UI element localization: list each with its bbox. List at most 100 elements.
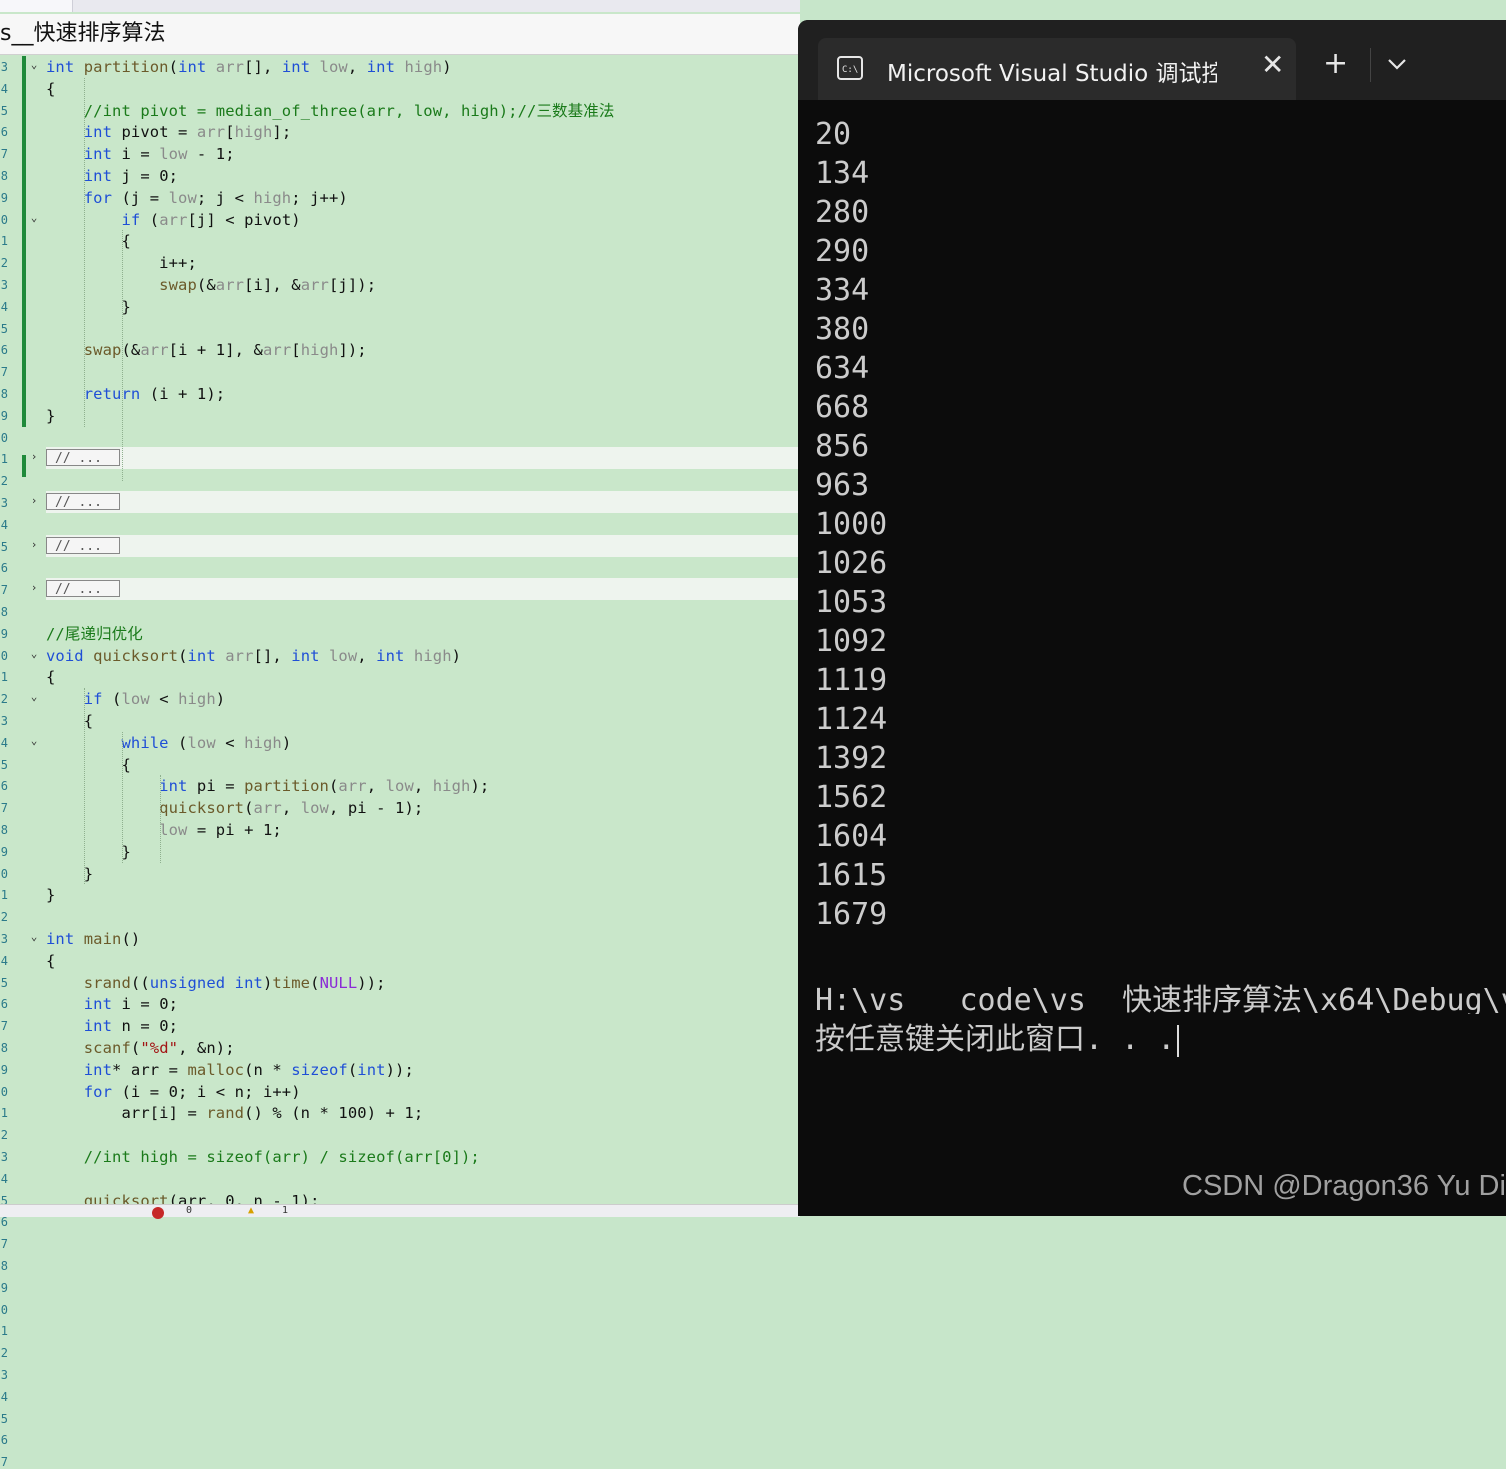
code-line[interactable]: }	[46, 863, 93, 885]
code-token: {	[46, 79, 56, 98]
code-line[interactable]: void quicksort(int arr[], int low, int h…	[46, 645, 461, 667]
code-token: int	[291, 646, 320, 665]
collapsed-region[interactable]: // ...	[46, 578, 800, 601]
output-line: 380	[815, 312, 870, 347]
code-line[interactable]: scanf("%d", &n);	[46, 1037, 235, 1059]
code-token: [i + 1], &	[168, 341, 263, 360]
code-line[interactable]: }	[46, 841, 131, 863]
chevron-down-icon[interactable]	[1386, 56, 1408, 75]
code-line[interactable]: int pivot = arr[high];	[46, 121, 291, 143]
output-line: 334	[815, 273, 870, 308]
code-line[interactable]: int main()	[46, 928, 140, 950]
warning-icon[interactable]: ▲	[248, 1205, 254, 1216]
fold-toggle-icon[interactable]: ⌄	[28, 58, 40, 71]
output-line: 963	[815, 468, 870, 503]
line-number: 8	[0, 1041, 8, 1055]
line-number: 2	[0, 256, 8, 271]
expand-toggle-icon[interactable]: ›	[28, 538, 40, 551]
fold-toggle-icon[interactable]: ⌄	[28, 647, 40, 660]
collapsed-region-label[interactable]: // ...	[46, 449, 120, 467]
code-line[interactable]: if (low < high)	[46, 688, 225, 710]
line-number: 4	[0, 1171, 8, 1186]
collapsed-region[interactable]: // ...	[46, 534, 800, 557]
line-number: 5	[0, 539, 8, 554]
code-line[interactable]: int i = low - 1;	[46, 143, 235, 165]
code-line[interactable]: while (low < high)	[46, 732, 291, 754]
code-line[interactable]: //尾递归优化	[46, 623, 143, 645]
terminal-window[interactable]: C:\ Microsoft Visual Studio 调试控制台 ✕ + 20…	[798, 20, 1506, 1216]
code-line[interactable]: swap(&arr[i + 1], &arr[high]);	[46, 339, 367, 361]
code-line[interactable]: //int pivot = median_of_three(arr, low, …	[46, 100, 615, 122]
fold-toggle-icon[interactable]: ⌄	[28, 734, 40, 747]
line-number: 6	[0, 1433, 8, 1448]
code-line[interactable]: int i = 0;	[46, 993, 178, 1015]
collapsed-region-label[interactable]: // ...	[46, 493, 120, 510]
collapsed-region-label[interactable]: // ...	[46, 536, 120, 554]
line-number: 0	[0, 1302, 8, 1317]
code-line[interactable]: for (j = low; j < high; j++)	[46, 187, 348, 209]
code-area[interactable]: int partition(int arr[], int low, int hi…	[46, 56, 800, 1210]
code-line[interactable]: {	[46, 230, 131, 252]
collapsed-region-label[interactable]: // ...	[46, 580, 120, 598]
code-line[interactable]: low = pi + 1;	[46, 819, 282, 841]
code-token: )	[281, 733, 292, 752]
collapsed-region[interactable]: // ...	[46, 491, 800, 513]
code-line[interactable]: swap(&arr[i], &arr[j]);	[46, 274, 376, 296]
fold-toggle-icon[interactable]: ⌄	[28, 690, 40, 703]
code-token: int	[281, 58, 311, 76]
new-tab-button[interactable]: +	[1323, 46, 1348, 81]
code-token: pi =	[187, 777, 245, 796]
expand-toggle-icon[interactable]: ›	[28, 581, 40, 594]
terminal-tab[interactable]: C:\ Microsoft Visual Studio 调试控制台 ✕	[818, 38, 1296, 100]
editor-tab-strip[interactable]	[0, 0, 800, 12]
code-line[interactable]: for (i = 0; i < n; i++)	[46, 1081, 301, 1103]
terminal-output[interactable]: 20 134 280 290 334 380 634 668 856 963 1000 1026 105…	[815, 117, 1506, 1057]
line-number: 0	[0, 1084, 8, 1099]
code-token: ));	[385, 1060, 414, 1079]
editor-tab[interactable]	[0, 0, 73, 12]
code-line[interactable]: srand((unsigned int)time(NULL));	[46, 972, 386, 994]
code-line[interactable]: arr[i] = rand() % (n * 100) + 1;	[46, 1102, 423, 1124]
code-token: partition	[74, 58, 169, 76]
fold-toggle-icon[interactable]: ⌄	[28, 211, 40, 224]
error-icon[interactable]	[152, 1207, 164, 1219]
line-number: 8	[0, 823, 8, 837]
expand-toggle-icon[interactable]: ›	[28, 450, 40, 463]
close-tab-icon[interactable]: ✕	[1261, 48, 1284, 81]
expand-toggle-icon[interactable]: ›	[28, 494, 40, 507]
code-token: ,	[357, 646, 377, 665]
output-line: 1026	[815, 546, 888, 581]
output-line: 1679	[815, 897, 888, 932]
code-line[interactable]: int pi = partition(arr, low, high);	[46, 775, 489, 797]
code-token: (	[130, 1039, 141, 1057]
code-line[interactable]: }	[46, 405, 55, 427]
code-line[interactable]: quicksort(arr, low, pi - 1);	[46, 797, 423, 819]
code-line[interactable]: int partition(int arr[], int low, int hi…	[46, 56, 452, 78]
code-line[interactable]: {	[46, 950, 55, 972]
code-token: )	[451, 646, 462, 665]
exit-path-line: H:\vs___code\vs__快速排序算法\x64\Debug\vs__快速…	[815, 983, 1506, 1014]
collapsed-region[interactable]: // ...	[46, 447, 800, 470]
code-line[interactable]: }	[46, 884, 55, 906]
code-line[interactable]: {	[46, 754, 131, 776]
code-line[interactable]: return (i + 1);	[46, 383, 225, 405]
code-line[interactable]: {	[46, 78, 55, 100]
output-line: 856	[815, 429, 870, 464]
code-token: low	[187, 733, 216, 752]
code-line[interactable]: int* arr = malloc(n * sizeof(int));	[46, 1059, 414, 1081]
code-line[interactable]: int j = 0;	[46, 165, 178, 187]
code-token: low	[300, 799, 329, 818]
code-token: main	[74, 930, 122, 948]
line-number: 9	[0, 408, 8, 423]
code-token: arr	[140, 341, 169, 360]
code-editor[interactable]: s__快速排序算法 3 4 5 6 7 8 9 0 1 2 3 4 5 6 7 8 9 0 1 2 3 4 5 6 7 8 9 0 1 2…	[0, 0, 800, 1469]
code-line[interactable]: }	[46, 296, 131, 318]
code-token: ,	[366, 777, 386, 796]
code-line[interactable]: {	[46, 666, 55, 688]
code-token: (	[328, 777, 339, 796]
code-line[interactable]: {	[46, 710, 93, 732]
fold-toggle-icon[interactable]: ⌄	[28, 930, 40, 943]
code-line[interactable]: //int high = sizeof(arr) / sizeof(arr[0]…	[46, 1146, 480, 1168]
code-line[interactable]: int n = 0;	[46, 1015, 178, 1037]
code-token: //尾递归优化	[46, 624, 143, 643]
